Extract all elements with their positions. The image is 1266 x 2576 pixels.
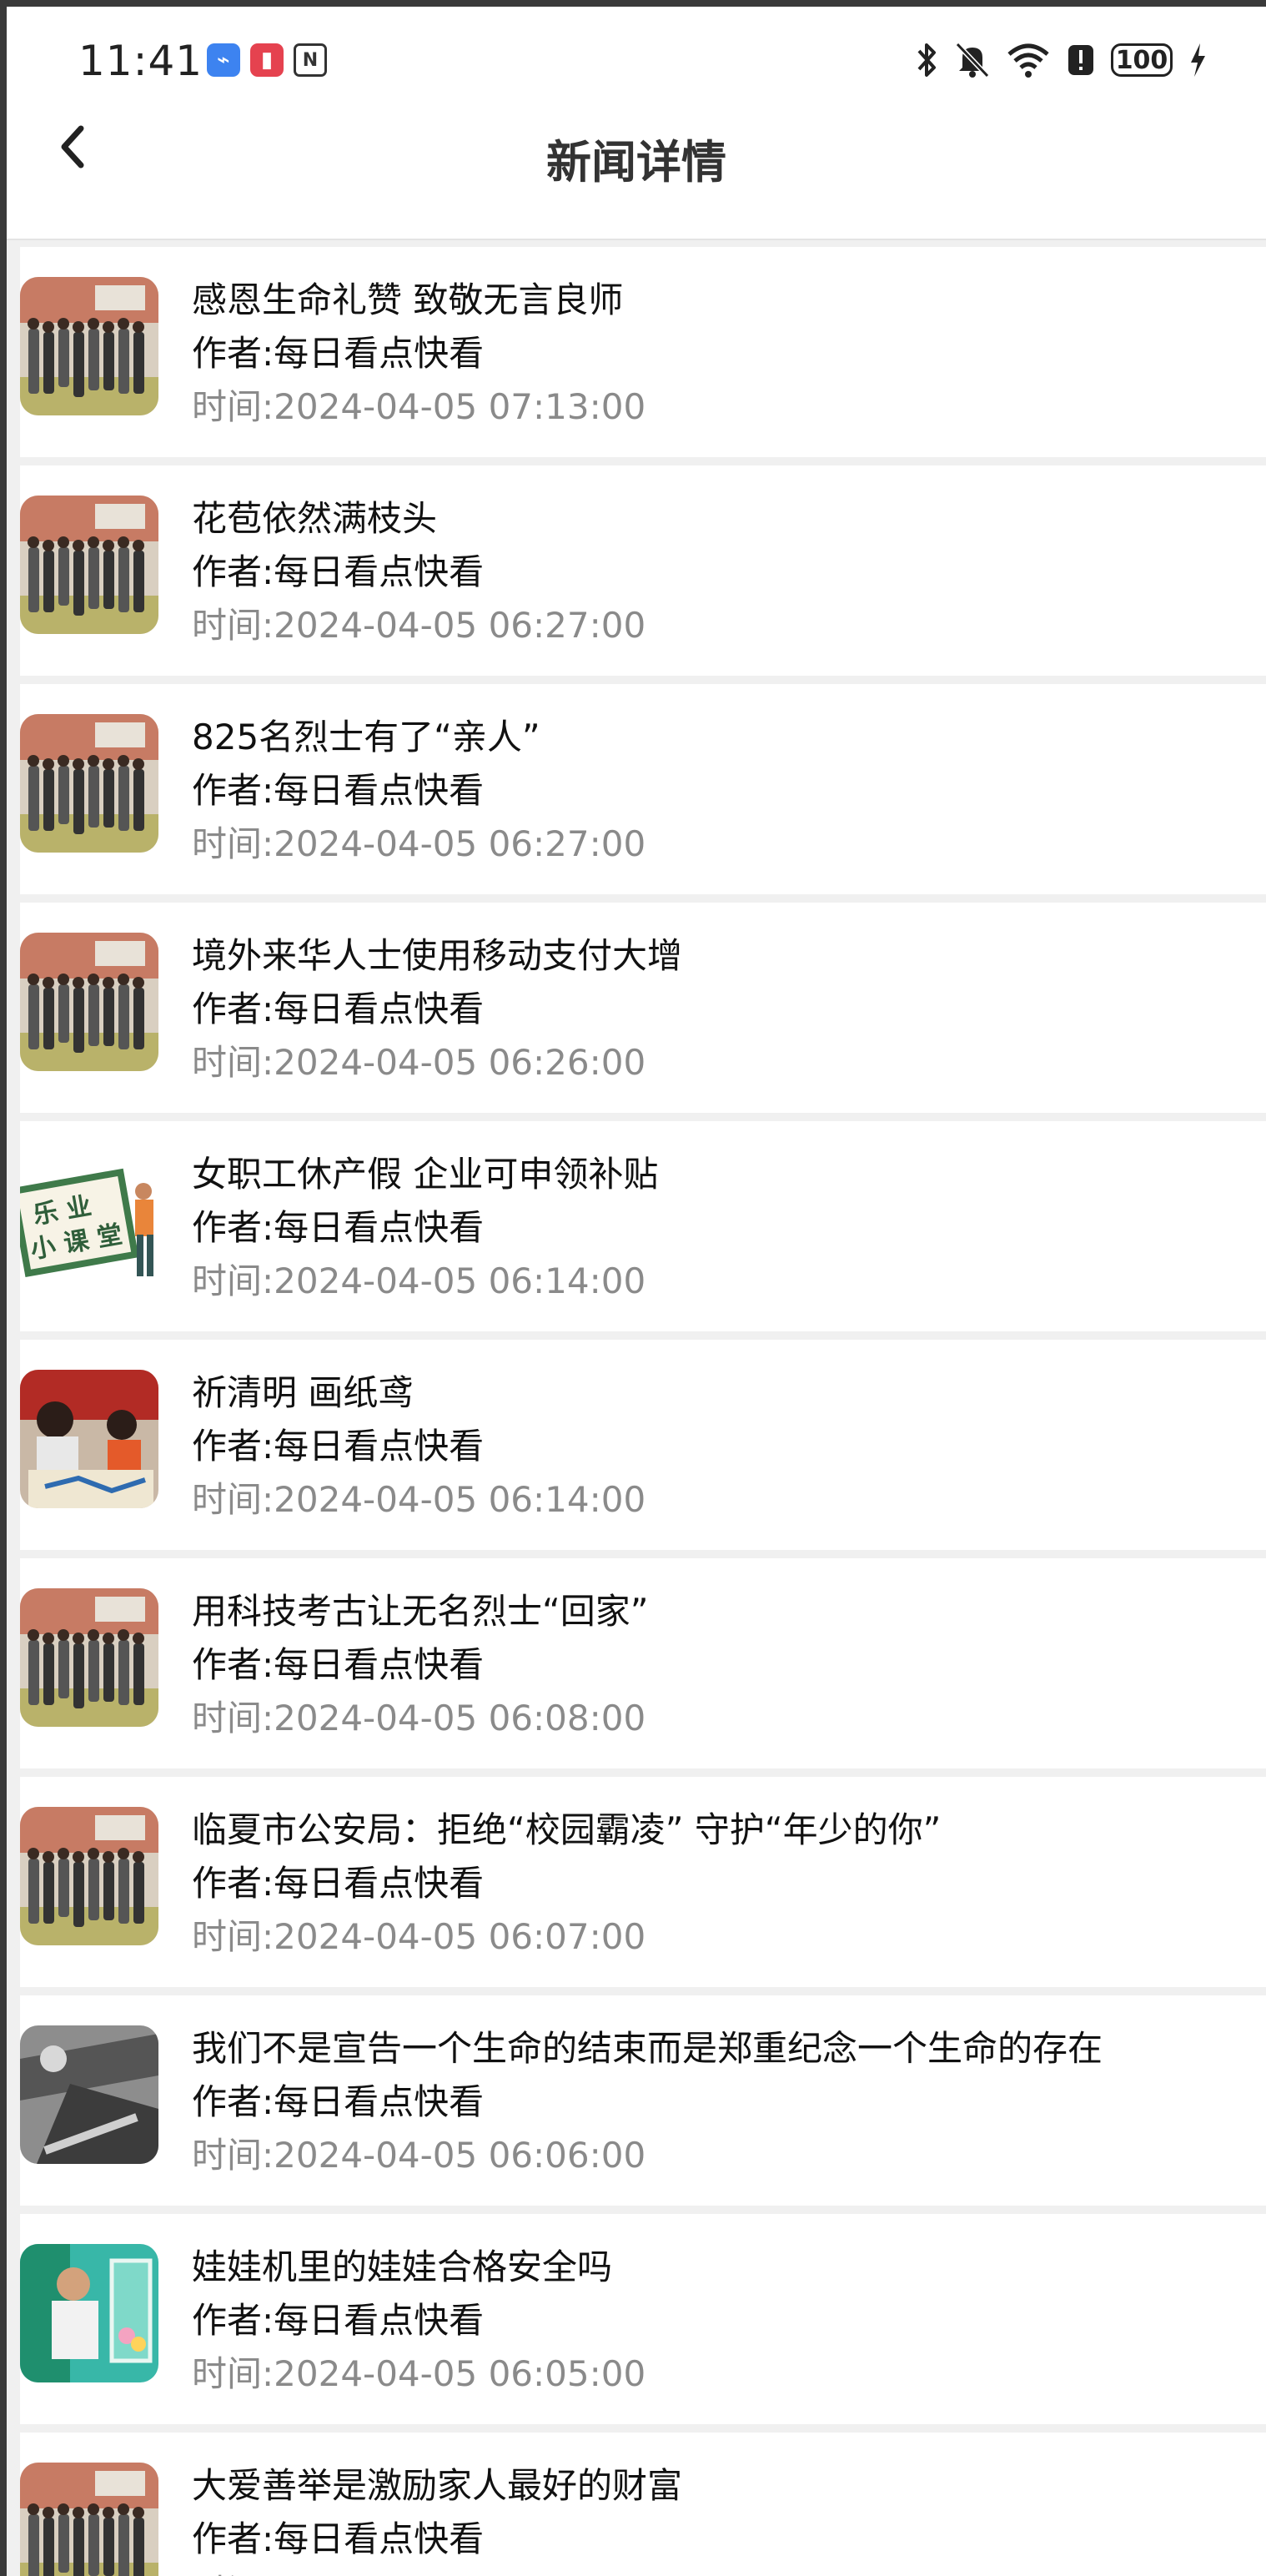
news-item[interactable]: 祈清明 画纸鸢 作者:每日看点快看 时间:2024-04-05 06:14:00 — [20, 1340, 1266, 1550]
news-text: 大爱善举是激励家人最好的财富 作者:每日看点快看 时间:2024-04-05 0… — [192, 2459, 1249, 2576]
news-thumbnail — [20, 496, 158, 634]
news-title: 大爱善举是激励家人最好的财富 — [192, 2465, 683, 2506]
notification-icons: ⌁ ▮ N — [207, 43, 327, 77]
news-time: 时间:2024-04-05 06:27:00 — [192, 605, 646, 646]
news-list: 感恩生命礼赞 致敬无言良师 作者:每日看点快看 时间:2024-04-05 07… — [20, 247, 1266, 2576]
bluetooth-icon — [914, 40, 939, 80]
news-time: 时间:2024-04-05 06:14:00 — [192, 1479, 646, 1520]
news-item[interactable]: 大爱善举是激励家人最好的财富 作者:每日看点快看 时间:2024-04-05 0… — [20, 2433, 1266, 2576]
news-item[interactable]: 825名烈士有了“亲人” 作者:每日看点快看 时间:2024-04-05 06:… — [20, 684, 1266, 894]
app-screen: 11:41 ⌁ ▮ N 100 新闻详情 感恩生命礼赞 致敬无言良师 作者:每日… — [7, 7, 1266, 2576]
news-title: 女职工休产假 企业可申领补贴 — [192, 1154, 659, 1195]
mute-icon — [954, 40, 991, 80]
news-time: 时间:2024-04-05 06:14:00 — [192, 1260, 646, 1301]
news-text: 祈清明 画纸鸢 作者:每日看点快看 时间:2024-04-05 06:14:00 — [192, 1366, 1249, 1527]
news-title: 娃娃机里的娃娃合格安全吗 — [192, 2246, 613, 2287]
news-time: 时间:2024-04-05 06:26:00 — [192, 1042, 646, 1083]
status-bar: 11:41 ⌁ ▮ N 100 — [7, 7, 1266, 113]
news-title: 祈清明 画纸鸢 — [192, 1372, 414, 1413]
wifi-icon — [1006, 40, 1051, 80]
news-text: 境外来华人士使用移动支付大增 作者:每日看点快看 时间:2024-04-05 0… — [192, 929, 1249, 1089]
news-author: 作者:每日看点快看 — [192, 333, 485, 374]
news-text: 我们不是宣告一个生命的结束而是郑重纪念一个生命的存在 作者:每日看点快看 时间:… — [192, 2022, 1249, 2182]
news-title: 我们不是宣告一个生命的结束而是郑重纪念一个生命的存在 — [192, 2028, 1103, 2069]
news-time: 时间:2024-04-05 06:27:00 — [192, 823, 646, 864]
news-thumbnail — [20, 1370, 158, 1508]
news-thumbnail — [20, 714, 158, 853]
news-time: 时间:2024-04-05 06:05:00 — [192, 2353, 646, 2394]
news-thumbnail — [20, 933, 158, 1071]
news-text: 感恩生命礼赞 致敬无言良师 作者:每日看点快看 时间:2024-04-05 07… — [192, 274, 1249, 434]
news-thumbnail: 乐 业小 课 堂 — [20, 1151, 158, 1290]
news-author: 作者:每日看点快看 — [192, 2081, 485, 2122]
usb-icon: ⌁ — [207, 43, 240, 77]
page-title: 新闻详情 — [546, 136, 726, 189]
nfc-icon: N — [294, 43, 327, 77]
news-author: 作者:每日看点快看 — [192, 1644, 485, 1685]
news-author: 作者:每日看点快看 — [192, 1426, 485, 1467]
news-title: 用科技考古让无名烈士“回家” — [192, 1591, 649, 1632]
news-thumbnail — [20, 2244, 158, 2382]
news-item[interactable]: 乐 业小 课 堂 女职工休产假 企业可申领补贴 作者:每日看点快看 时间:202… — [20, 1121, 1266, 1331]
news-author: 作者:每日看点快看 — [192, 551, 485, 592]
status-time: 11:41 — [78, 37, 203, 85]
news-time: 时间:2024-04-05 06:07:00 — [192, 1916, 646, 1957]
news-thumbnail — [20, 1588, 158, 1727]
news-item[interactable]: 娃娃机里的娃娃合格安全吗 作者:每日看点快看 时间:2024-04-05 06:… — [20, 2214, 1266, 2424]
news-item[interactable]: 境外来华人士使用移动支付大增 作者:每日看点快看 时间:2024-04-05 0… — [20, 903, 1266, 1113]
news-text: 女职工休产假 企业可申领补贴 作者:每日看点快看 时间:2024-04-05 0… — [192, 1148, 1249, 1308]
news-text: 娃娃机里的娃娃合格安全吗 作者:每日看点快看 时间:2024-04-05 06:… — [192, 2241, 1249, 2401]
news-thumbnail — [20, 277, 158, 415]
news-title: 825名烈士有了“亲人” — [192, 717, 540, 757]
news-text: 临夏市公安局：拒绝“校园霸凌” 守护“年少的你” 作者:每日看点快看 时间:20… — [192, 1804, 1249, 1964]
news-text: 825名烈士有了“亲人” 作者:每日看点快看 时间:2024-04-05 06:… — [192, 711, 1249, 871]
charging-icon — [1188, 40, 1208, 80]
news-text: 用科技考古让无名烈士“回家” 作者:每日看点快看 时间:2024-04-05 0… — [192, 1585, 1249, 1745]
news-time: 时间:2024-04-05 06:08:00 — [192, 1698, 646, 1738]
news-text: 花苞依然满枝头 作者:每日看点快看 时间:2024-04-05 06:27:00 — [192, 492, 1249, 652]
battery-icon: 100 — [1111, 43, 1173, 77]
news-time: 时间:2024-04-05 06:06:00 — [192, 2135, 646, 2176]
news-author: 作者:每日看点快看 — [192, 770, 485, 811]
news-thumbnail — [20, 2025, 158, 2164]
news-author: 作者:每日看点快看 — [192, 2518, 485, 2559]
news-item[interactable]: 感恩生命礼赞 致敬无言良师 作者:每日看点快看 时间:2024-04-05 07… — [20, 247, 1266, 457]
news-title: 境外来华人士使用移动支付大增 — [192, 935, 683, 976]
news-time: 时间:2024-04-05 05:55:00 — [192, 2566, 1249, 2576]
system-icons: 100 — [914, 40, 1208, 80]
news-item[interactable]: 我们不是宣告一个生命的结束而是郑重纪念一个生命的存在 作者:每日看点快看 时间:… — [20, 1995, 1266, 2206]
news-item[interactable]: 用科技考古让无名烈士“回家” 作者:每日看点快看 时间:2024-04-05 0… — [20, 1558, 1266, 1768]
page-header: 新闻详情 — [7, 113, 1266, 240]
news-author: 作者:每日看点快看 — [192, 1207, 485, 1248]
book-icon: ▮ — [250, 43, 284, 77]
news-title: 感恩生命礼赞 致敬无言良师 — [192, 279, 624, 320]
news-time: 时间:2024-04-05 07:13:00 — [192, 386, 646, 427]
news-author: 作者:每日看点快看 — [192, 1863, 485, 1904]
news-thumbnail — [20, 1807, 158, 1945]
news-title: 临夏市公安局：拒绝“校园霸凌” 守护“年少的你” — [192, 1809, 942, 1850]
news-item[interactable]: 临夏市公安局：拒绝“校园霸凌” 守护“年少的你” 作者:每日看点快看 时间:20… — [20, 1777, 1266, 1987]
news-thumbnail — [20, 2463, 158, 2576]
alert-icon — [1066, 40, 1096, 80]
news-author: 作者:每日看点快看 — [192, 2300, 485, 2341]
news-item[interactable]: 花苞依然满枝头 作者:每日看点快看 时间:2024-04-05 06:27:00 — [20, 465, 1266, 676]
news-title: 花苞依然满枝头 — [192, 498, 438, 539]
news-author: 作者:每日看点快看 — [192, 989, 485, 1029]
